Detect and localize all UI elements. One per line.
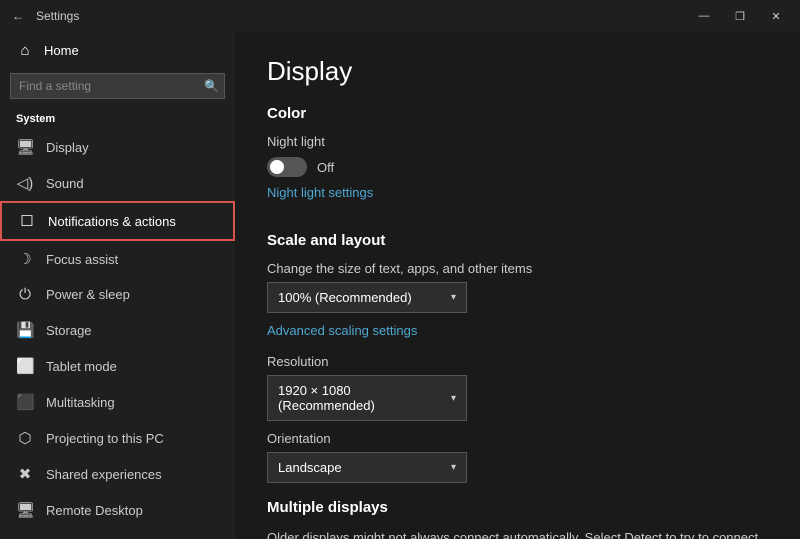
night-light-label: Night light — [267, 134, 325, 149]
projecting-label: Projecting to this PC — [46, 431, 164, 446]
main-content: Display Color Night light Off Night ligh… — [235, 32, 800, 539]
sidebar-search: 🔍 — [10, 73, 225, 99]
sidebar-item-projecting[interactable]: ⬡ Projecting to this PC — [0, 420, 235, 456]
notifications-icon: ☐ — [18, 212, 36, 230]
power-sleep-label: Power & sleep — [46, 287, 130, 302]
night-light-state: Off — [317, 160, 334, 175]
multiple-displays-description: Older displays might not always connect … — [267, 528, 768, 539]
page-title: Display — [267, 56, 768, 87]
resolution-chevron-icon: ▾ — [451, 393, 456, 404]
sidebar: ⌂ Home 🔍 System 🖥 Display ◁) Sound ☐ Not… — [0, 32, 235, 539]
resolution-value: 1920 × 1080 (Recommended) — [278, 383, 451, 413]
scale-heading: Scale and layout — [267, 232, 768, 249]
multitasking-label: Multitasking — [46, 395, 115, 410]
tablet-mode-label: Tablet mode — [46, 359, 117, 374]
title-bar: ← Settings — ❐ ✕ — [0, 0, 800, 32]
orientation-value: Landscape — [278, 460, 342, 475]
orientation-label: Orientation — [267, 431, 768, 446]
power-sleep-icon: ⏻ — [16, 286, 34, 303]
sidebar-item-display[interactable]: 🖥 Display — [0, 129, 235, 165]
focus-assist-icon: ☽ — [16, 250, 34, 268]
sidebar-item-multitasking[interactable]: ⬛ Multitasking — [0, 384, 235, 420]
sidebar-item-about[interactable]: ℹ About — [0, 528, 235, 539]
app-body: ⌂ Home 🔍 System 🖥 Display ◁) Sound ☐ Not… — [0, 32, 800, 539]
scale-value: 100% (Recommended) — [278, 290, 412, 305]
change-size-label: Change the size of text, apps, and other… — [267, 261, 768, 276]
sound-label: Sound — [46, 176, 84, 191]
night-light-control-row: Off — [267, 157, 768, 177]
sidebar-item-storage[interactable]: 💾 Storage — [0, 312, 235, 348]
home-icon: ⌂ — [16, 42, 34, 59]
tablet-mode-icon: ⬜ — [16, 357, 34, 375]
sidebar-item-remote-desktop[interactable]: 🖥 Remote Desktop — [0, 492, 235, 528]
multiple-displays-heading: Multiple displays — [267, 499, 768, 516]
sidebar-section-label: System — [0, 107, 235, 129]
sidebar-item-power-sleep[interactable]: ⏻ Power & sleep — [0, 277, 235, 312]
title-bar-left: ← Settings — [8, 5, 79, 27]
sidebar-item-notifications[interactable]: ☐ Notifications & actions — [0, 201, 235, 241]
shared-experiences-label: Shared experiences — [46, 467, 162, 482]
search-icon: 🔍 — [204, 79, 219, 93]
title-bar-title: Settings — [36, 9, 79, 23]
notifications-label: Notifications & actions — [48, 214, 176, 229]
restore-button[interactable]: ❐ — [724, 2, 756, 30]
home-label: Home — [44, 43, 79, 58]
title-bar-controls: — ❐ ✕ — [688, 2, 792, 30]
close-button[interactable]: ✕ — [760, 2, 792, 30]
night-light-toggle-row: Night light — [267, 134, 768, 153]
scale-dropdown[interactable]: 100% (Recommended) ▾ — [267, 282, 467, 313]
sidebar-item-focus-assist[interactable]: ☽ Focus assist — [0, 241, 235, 277]
sidebar-item-sound[interactable]: ◁) Sound — [0, 165, 235, 201]
advanced-scaling-link[interactable]: Advanced scaling settings — [267, 323, 417, 338]
sidebar-item-tablet-mode[interactable]: ⬜ Tablet mode — [0, 348, 235, 384]
projecting-icon: ⬡ — [16, 429, 34, 447]
back-button[interactable]: ← — [8, 5, 28, 27]
minimize-button[interactable]: — — [688, 2, 720, 30]
color-heading: Color — [267, 105, 768, 122]
sound-icon: ◁) — [16, 174, 34, 192]
multiple-displays-section: Multiple displays Older displays might n… — [267, 499, 768, 539]
shared-experiences-icon: ✖ — [16, 465, 34, 483]
display-icon: 🖥 — [16, 138, 34, 156]
remote-desktop-icon: 🖥 — [16, 501, 34, 519]
toggle-thumb — [270, 160, 284, 174]
orientation-chevron-icon: ▾ — [451, 462, 456, 473]
scale-section: Scale and layout Change the size of text… — [267, 232, 768, 483]
focus-assist-label: Focus assist — [46, 252, 118, 267]
search-input[interactable] — [10, 73, 225, 99]
remote-desktop-label: Remote Desktop — [46, 503, 143, 518]
orientation-dropdown[interactable]: Landscape ▾ — [267, 452, 467, 483]
resolution-dropdown[interactable]: 1920 × 1080 (Recommended) ▾ — [267, 375, 467, 421]
night-light-row: Night light Off — [267, 134, 768, 177]
sidebar-item-shared-experiences[interactable]: ✖ Shared experiences — [0, 456, 235, 492]
scale-chevron-icon: ▾ — [451, 292, 456, 303]
storage-icon: 💾 — [16, 321, 34, 339]
night-light-settings-link[interactable]: Night light settings — [267, 185, 373, 200]
multitasking-icon: ⬛ — [16, 393, 34, 411]
resolution-label: Resolution — [267, 354, 768, 369]
night-light-toggle[interactable] — [267, 157, 307, 177]
display-label: Display — [46, 140, 89, 155]
sidebar-item-home[interactable]: ⌂ Home — [0, 32, 235, 69]
storage-label: Storage — [46, 323, 92, 338]
